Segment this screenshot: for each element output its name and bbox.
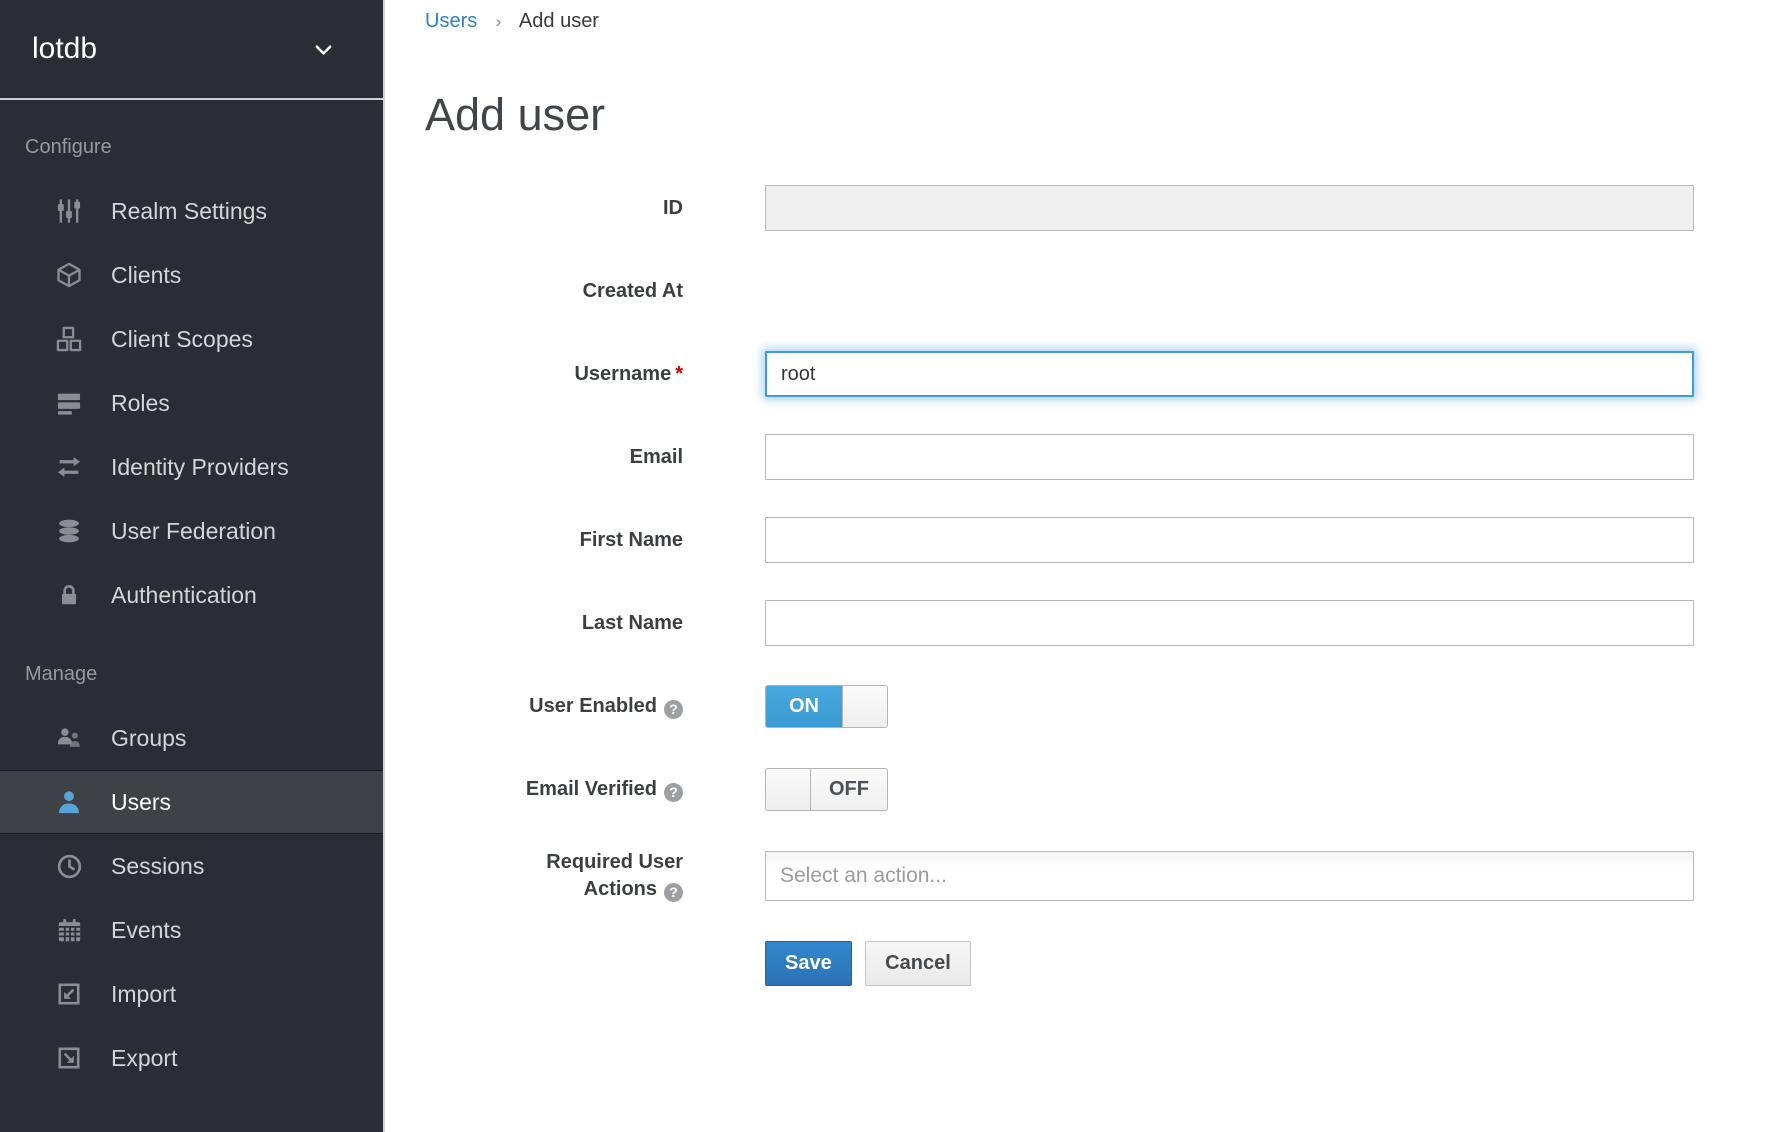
required-actions-label: Required User Actions? xyxy=(493,849,683,903)
username-field-row: Username* xyxy=(425,351,1772,397)
section-title: Manage xyxy=(0,663,383,686)
breadcrumb-users-link[interactable]: Users xyxy=(425,10,477,32)
calendar-icon xyxy=(53,914,85,946)
sidebar-item-label: Groups xyxy=(111,725,186,752)
help-icon[interactable]: ? xyxy=(664,783,683,802)
save-button[interactable]: Save xyxy=(765,941,852,986)
id-input xyxy=(765,185,1694,231)
id-field-row: ID xyxy=(425,185,1772,231)
toggle-handle xyxy=(842,686,887,727)
email-verified-field-row: Email Verified? OFF xyxy=(425,766,1772,812)
username-label: Username* xyxy=(425,361,683,388)
cancel-button[interactable]: Cancel xyxy=(865,941,971,986)
section-title: Configure xyxy=(0,136,383,159)
toggle-off-label: OFF xyxy=(811,769,887,810)
sidebar-item-label: Sessions xyxy=(111,853,204,880)
last-name-input[interactable] xyxy=(765,600,1694,646)
sidebar-item-label: Clients xyxy=(111,262,181,289)
sidebar-item-events[interactable]: Events xyxy=(0,898,383,962)
sidebar-item-authentication[interactable]: Authentication xyxy=(0,563,383,627)
created-at-field-row: Created At xyxy=(425,268,1772,314)
export-icon xyxy=(53,1042,85,1074)
id-label: ID xyxy=(425,195,683,222)
realm-selector[interactable]: lotdb xyxy=(0,0,383,100)
sidebar-item-identity-providers[interactable]: Identity Providers xyxy=(0,435,383,499)
last-name-label: Last Name xyxy=(425,610,683,637)
chevron-down-icon xyxy=(312,38,335,61)
cubes-icon xyxy=(53,323,85,355)
user-icon xyxy=(53,786,85,818)
user-enabled-field-row: User Enabled? ON xyxy=(425,683,1772,729)
sidebar-item-label: Export xyxy=(111,1045,177,1072)
required-actions-select[interactable] xyxy=(765,851,1694,901)
last-name-field-row: Last Name xyxy=(425,600,1772,646)
sliders-icon xyxy=(53,195,85,227)
first-name-label: First Name xyxy=(425,527,683,554)
sidebar-item-sessions[interactable]: Sessions xyxy=(0,834,383,898)
created-at-label: Created At xyxy=(425,278,683,305)
breadcrumb: Users › Add user xyxy=(385,0,1772,33)
import-icon xyxy=(53,978,85,1010)
sidebar-item-user-federation[interactable]: User Federation xyxy=(0,499,383,563)
email-verified-label: Email Verified? xyxy=(425,776,683,803)
main-content: Users › Add user Add user ID Created At … xyxy=(385,0,1772,1132)
users-group-icon xyxy=(53,722,85,754)
cube-icon xyxy=(53,259,85,291)
first-name-field-row: First Name xyxy=(425,517,1772,563)
list-bars-icon xyxy=(53,387,85,419)
first-name-input[interactable] xyxy=(765,517,1694,563)
toggle-handle xyxy=(766,769,811,810)
email-field-row: Email xyxy=(425,434,1772,480)
username-input[interactable] xyxy=(765,351,1694,397)
sidebar-item-client-scopes[interactable]: Client Scopes xyxy=(0,307,383,371)
sidebar-section-manage: Manage Groups Users Sessions Events xyxy=(0,663,383,1090)
email-verified-toggle[interactable]: OFF xyxy=(765,768,888,811)
page-title: Add user xyxy=(425,89,1772,141)
help-icon[interactable]: ? xyxy=(664,700,683,719)
sidebar-item-label: Roles xyxy=(111,390,170,417)
breadcrumb-current: Add user xyxy=(519,10,599,32)
lock-icon xyxy=(53,579,85,611)
sidebar-item-realm-settings[interactable]: Realm Settings xyxy=(0,179,383,243)
required-actions-field-row: Required User Actions? xyxy=(425,849,1772,903)
help-icon[interactable]: ? xyxy=(664,883,683,902)
breadcrumb-separator: › xyxy=(496,12,502,31)
sidebar-item-export[interactable]: Export xyxy=(0,1026,383,1090)
database-icon xyxy=(53,515,85,547)
user-enabled-label: User Enabled? xyxy=(425,693,683,720)
sidebar-item-roles[interactable]: Roles xyxy=(0,371,383,435)
toggle-on-label: ON xyxy=(766,686,842,727)
required-asterisk: * xyxy=(675,363,683,385)
sidebar-item-users[interactable]: Users xyxy=(0,770,383,834)
sidebar-section-configure: Configure Realm Settings Clients Client … xyxy=(0,136,383,627)
sidebar-item-label: Events xyxy=(111,917,181,944)
sidebar-item-label: Users xyxy=(111,789,171,816)
sidebar: lotdb Configure Realm Settings Clients xyxy=(0,0,385,1132)
sidebar-item-label: Realm Settings xyxy=(111,198,267,225)
email-label: Email xyxy=(425,444,683,471)
email-input[interactable] xyxy=(765,434,1694,480)
exchange-arrows-icon xyxy=(53,451,85,483)
sidebar-item-clients[interactable]: Clients xyxy=(0,243,383,307)
sidebar-item-label: Identity Providers xyxy=(111,454,289,481)
realm-name: lotdb xyxy=(32,32,97,66)
sidebar-item-label: User Federation xyxy=(111,518,276,545)
sidebar-item-label: Import xyxy=(111,981,176,1008)
form-buttons-row: Save Cancel xyxy=(425,940,1772,986)
clock-icon xyxy=(53,850,85,882)
add-user-form: ID Created At Username* Email First Name xyxy=(425,185,1772,986)
sidebar-item-label: Authentication xyxy=(111,582,257,609)
sidebar-item-groups[interactable]: Groups xyxy=(0,706,383,770)
sidebar-item-import[interactable]: Import xyxy=(0,962,383,1026)
sidebar-item-label: Client Scopes xyxy=(111,326,253,353)
user-enabled-toggle[interactable]: ON xyxy=(765,685,888,728)
